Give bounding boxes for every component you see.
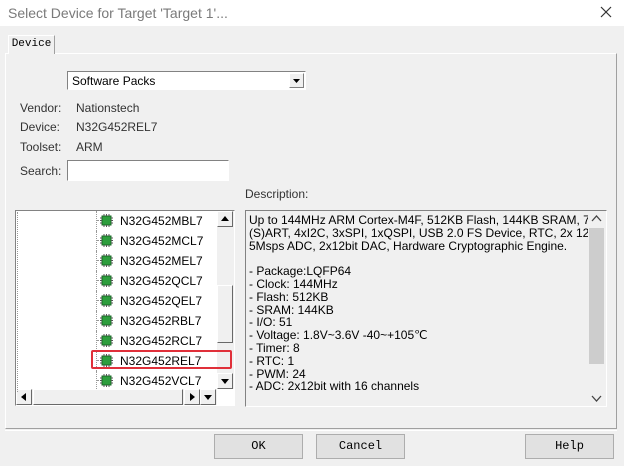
tree-item[interactable]: N32G452QCL7: [16, 271, 216, 291]
tree-item[interactable]: N32G452RBL7: [16, 311, 216, 331]
tree-item[interactable]: N32G452MCL7: [16, 231, 216, 251]
ok-button[interactable]: OK: [214, 434, 303, 459]
dropdown-button[interactable]: [289, 73, 304, 88]
description-line: 5Msps ADC, 2x12bit DAC, Hardware Cryptog…: [249, 238, 568, 253]
tree-item-label: N32G452MCL7: [120, 234, 204, 248]
chip-icon: [100, 374, 113, 387]
tree-item-label: N32G452QEL7: [120, 294, 203, 308]
tree-guide-line: [17, 212, 19, 392]
tree-item[interactable]: N32G452VCL7: [16, 371, 216, 391]
tree-item[interactable]: N32G452RCL7: [16, 331, 216, 351]
hscroll-thumb[interactable]: [33, 389, 183, 405]
tree-item[interactable]: N32G452QEL7: [16, 291, 216, 311]
search-label: Search:: [20, 164, 62, 178]
tab-device[interactable]: Device: [8, 35, 55, 54]
description-line: - ADC: 2x12bit with 16 channels: [249, 379, 420, 394]
arrow-right-icon: [190, 393, 195, 401]
cancel-button[interactable]: Cancel: [316, 434, 405, 459]
tree-item[interactable]: N32G452MBL7: [16, 211, 216, 231]
description-vscrollbar[interactable]: [588, 211, 605, 406]
close-icon[interactable]: [598, 4, 614, 20]
tree-item-label: N32G452QCL7: [120, 274, 203, 288]
chip-icon: [100, 234, 113, 247]
tree-item-label: N32G452VCL7: [120, 374, 202, 388]
chip-icon: [100, 254, 113, 267]
vendor-value: Nationstech: [76, 101, 140, 115]
scroll-up-button[interactable]: [217, 211, 233, 227]
tree-item-label: N32G452MEL7: [120, 254, 203, 268]
device-label: Device:: [20, 120, 61, 134]
description-line: Up to 144MHz ARM Cortex-M4F, 512KB Flash…: [249, 213, 605, 227]
description-line: - RTC: 1: [249, 353, 295, 368]
scroll-down-button[interactable]: [217, 373, 233, 389]
arrow-down-icon[interactable]: [588, 390, 605, 406]
tree-item[interactable]: N32G452MEL7: [16, 251, 216, 271]
device-source-select[interactable]: Software Packs: [67, 71, 306, 90]
chevron-down-icon: [293, 79, 300, 83]
tree-item[interactable]: N32G452REL7: [16, 351, 216, 371]
description-label: Description:: [245, 187, 309, 201]
scroll-right-button[interactable]: [184, 389, 200, 405]
chip-icon: [100, 214, 113, 227]
description-line: - Flash: 512KB: [249, 289, 329, 304]
window-title: Select Device for Target 'Target 1'...: [8, 5, 228, 21]
tree-vscrollbar[interactable]: [217, 211, 234, 389]
arrow-up-icon: [221, 216, 229, 221]
search-input[interactable]: [67, 160, 229, 181]
description-line: - SRAM: 144KB: [249, 302, 334, 317]
device-tree[interactable]: N32G452MBL7 N32G452MCL7 N32G452MEL7 N32G452…: [15, 210, 235, 406]
tree-item-label: N32G452REL7: [120, 354, 202, 368]
description-scroll-thumb[interactable]: [589, 228, 604, 364]
tree-item-label: N32G452RBL7: [120, 314, 202, 328]
arrow-up-icon[interactable]: [588, 211, 605, 227]
arrow-down-icon: [221, 379, 229, 384]
tree-item-label: N32G452MBL7: [120, 214, 203, 228]
scroll-thumb[interactable]: [217, 285, 233, 343]
arrow-down-icon: [204, 395, 212, 400]
device-source-value: Software Packs: [72, 74, 156, 88]
chip-icon: [100, 274, 113, 287]
chip-icon: [100, 314, 113, 327]
chip-icon: [100, 354, 113, 367]
vendor-label: Vendor:: [20, 101, 62, 115]
description-line: (S)ART, 4xI2C, 3xSPI, 1xQSPI, USB 2.0 FS…: [249, 225, 603, 240]
tree-hscrollbar[interactable]: [16, 389, 217, 405]
help-button[interactable]: Help: [525, 434, 614, 459]
arrow-left-icon: [21, 393, 26, 401]
divider: [5, 430, 617, 431]
description-box: Up to 144MHz ARM Cortex-M4F, 512KB Flash…: [245, 210, 607, 407]
description-line: - Clock: 144MHz: [249, 276, 338, 291]
device-value: N32G452REL7: [76, 120, 158, 134]
tree-item-label: N32G452RCL7: [120, 334, 203, 348]
description-line: - Timer: 8: [249, 340, 300, 355]
toolset-value: ARM: [76, 140, 103, 154]
description-text: Up to 144MHz ARM Cortex-M4F, 512KB Flash…: [249, 213, 605, 394]
toolset-label: Toolset:: [20, 140, 62, 154]
scroll-right-end-button[interactable]: [200, 389, 216, 405]
chip-icon: [100, 334, 113, 347]
title-bar: Select Device for Target 'Target 1'...: [0, 0, 624, 26]
chip-icon: [100, 294, 113, 307]
